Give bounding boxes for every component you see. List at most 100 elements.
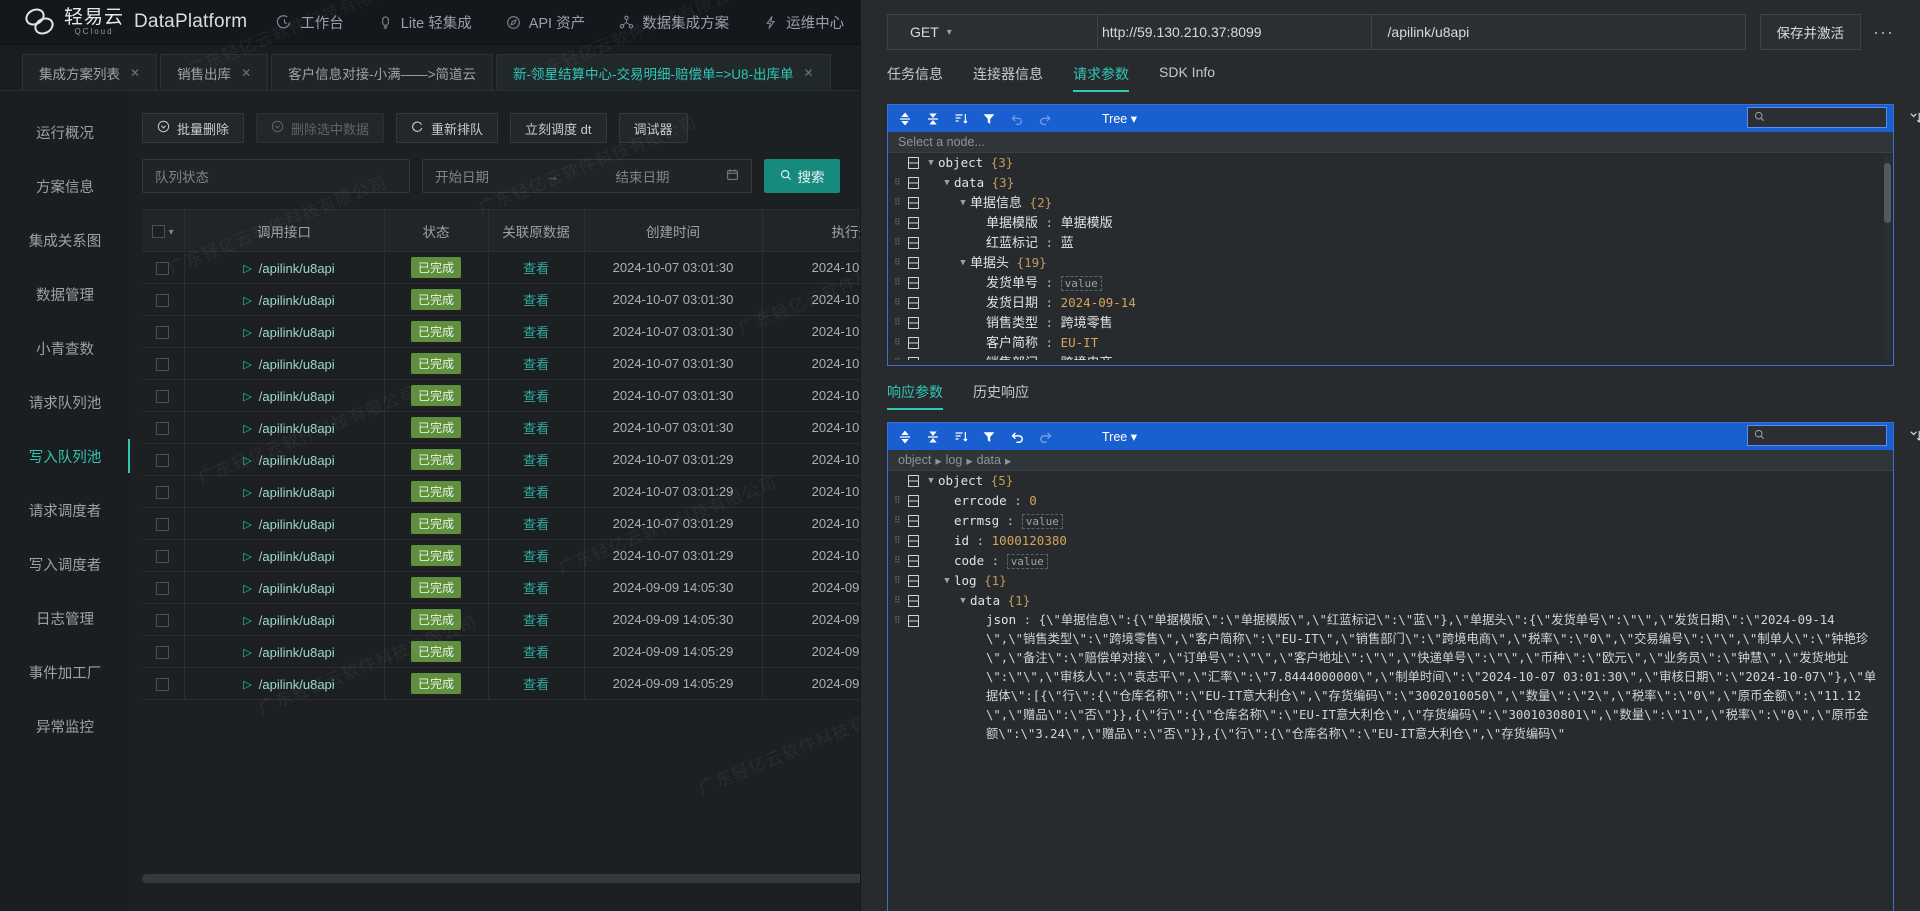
row-raw-data-cell[interactable]: 查看 — [488, 507, 585, 540]
row-checkbox-cell[interactable] — [142, 635, 185, 668]
view-link[interactable]: 查看 — [523, 613, 549, 628]
sort-icon[interactable] — [948, 108, 974, 130]
json-key[interactable]: object — [938, 155, 983, 170]
request-tree-scrollbar-thumb[interactable] — [1884, 163, 1891, 223]
node-menu-icon[interactable] — [908, 491, 924, 511]
json-value[interactable]: 2024-09-14 — [1061, 295, 1136, 310]
api-link[interactable]: ▷ /apilink/u8api — [243, 517, 334, 532]
view-link[interactable]: 查看 — [523, 261, 549, 276]
json-key[interactable]: errmsg — [954, 513, 999, 528]
row-checkbox[interactable] — [156, 614, 170, 628]
json-value-placeholder[interactable]: value — [1021, 514, 1063, 529]
row-raw-data-cell[interactable]: 查看 — [488, 667, 585, 700]
json-tree-row[interactable]: ⠿ id : 1000120380 — [888, 531, 1893, 551]
table-row[interactable]: ▷/apilink/u8api 已完成 查看 2024-10-07 03:01:30 2… — [142, 411, 983, 444]
queue-status-select[interactable]: 队列状态 — [142, 159, 410, 193]
api-link[interactable]: ▷ /apilink/u8api — [243, 357, 334, 372]
host-input[interactable]: http://59.130.210.37:8099 — [1098, 15, 1371, 49]
row-checkbox-cell[interactable] — [142, 603, 185, 636]
row-checkbox[interactable] — [156, 454, 170, 468]
node-menu-icon[interactable] — [908, 293, 924, 313]
request-editor-node-path[interactable]: Select a node... — [888, 132, 1893, 153]
sidebar-item-log-management[interactable]: 日志管理 — [0, 591, 130, 645]
http-method-select[interactable]: GET ▾ — [888, 15, 1098, 49]
table-row[interactable]: ▷/apilink/u8api 已完成 查看 2024-10-07 03:01:30 2… — [142, 347, 983, 380]
drag-handle-icon[interactable]: ⠿ — [894, 333, 908, 353]
select-all-checkbox[interactable] — [151, 224, 165, 238]
view-link[interactable]: 查看 — [523, 389, 549, 404]
nav-item-api-assets[interactable]: API 资产 — [506, 12, 585, 33]
drag-handle-icon[interactable]: ⠿ — [894, 313, 908, 333]
row-api-cell[interactable]: ▷ /apilink/u8api — [184, 539, 385, 572]
tab-settlement-compensation[interactable]: 新-领星结算中心-交易明细-赔偿单=>U8-出库单 ✕ — [496, 54, 831, 90]
json-key[interactable]: id — [954, 533, 969, 548]
sidebar-item-write-scheduler[interactable]: 写入调度者 — [0, 537, 130, 591]
close-icon[interactable]: ✕ — [130, 66, 140, 80]
json-value[interactable]: 跨境电商 — [1061, 355, 1113, 360]
row-raw-data-cell[interactable]: 查看 — [488, 283, 585, 316]
table-row[interactable]: ▷/apilink/u8api 已完成 查看 2024-10-07 03:01:30 2… — [142, 315, 983, 348]
json-value[interactable]: 蓝 — [1061, 235, 1074, 250]
schedule-now-button[interactable]: 立刻调度 dt — [510, 113, 607, 143]
json-key[interactable]: data — [954, 175, 984, 190]
search-button[interactable]: 搜索 — [764, 159, 840, 193]
view-link[interactable]: 查看 — [523, 517, 549, 532]
sidebar-item-exception-monitor[interactable]: 异常监控 — [0, 699, 130, 753]
table-row[interactable]: ▷/apilink/u8api 已完成 查看 2024-09-09 14:05:29 2… — [142, 667, 983, 700]
node-menu-icon[interactable] — [908, 213, 924, 233]
row-raw-data-cell[interactable]: 查看 — [488, 411, 585, 444]
json-value[interactable]: 单据模版 — [1061, 215, 1113, 230]
api-link[interactable]: ▷ /apilink/u8api — [243, 613, 334, 628]
row-api-cell[interactable]: ▷ /apilink/u8api — [184, 507, 385, 540]
node-menu-icon[interactable] — [908, 313, 924, 333]
row-api-cell[interactable]: ▷ /apilink/u8api — [184, 251, 385, 284]
api-link[interactable]: ▷ /apilink/u8api — [243, 581, 334, 596]
row-api-cell[interactable]: ▷ /apilink/u8api — [184, 667, 385, 700]
json-tree-row[interactable]: ⠿ 红蓝标记 : 蓝 — [888, 233, 1893, 253]
batch-delete-button[interactable]: 批量删除 — [142, 113, 245, 143]
drag-handle-icon[interactable]: ⠿ — [894, 491, 908, 511]
row-checkbox-cell[interactable] — [142, 443, 185, 476]
json-key[interactable]: log — [954, 573, 977, 588]
json-key[interactable]: data — [970, 593, 1000, 608]
table-row[interactable]: ▷/apilink/u8api 已完成 查看 2024-10-07 03:01:30 2… — [142, 251, 983, 284]
tab-response-params[interactable]: 响应参数 — [887, 382, 943, 410]
breadcrumb-segment[interactable]: log — [946, 453, 963, 467]
more-options-button[interactable]: ··· — [1873, 22, 1894, 43]
drag-handle-icon[interactable]: ⠿ — [894, 213, 908, 233]
drag-handle-icon[interactable]: ⠿ — [894, 571, 908, 591]
drag-handle-icon[interactable]: ⠿ — [894, 511, 908, 531]
json-tree-row[interactable]: ⠿ ▼ 单据信息 {2} — [888, 193, 1893, 213]
table-row[interactable]: ▷/apilink/u8api 已完成 查看 2024-10-07 03:01:30 2… — [142, 379, 983, 412]
row-api-cell[interactable]: ▷ /apilink/u8api — [184, 283, 385, 316]
drag-handle-icon[interactable]: ⠿ — [894, 193, 908, 213]
node-menu-icon[interactable] — [908, 153, 924, 173]
row-checkbox-cell[interactable] — [142, 251, 185, 284]
row-checkbox[interactable] — [156, 262, 170, 276]
nav-item-data-integration-plan[interactable]: 数据集成方案 — [619, 12, 729, 33]
search-nav-buttons[interactable] — [1908, 429, 1920, 442]
node-menu-icon[interactable] — [908, 611, 924, 631]
row-api-cell[interactable]: ▷ /apilink/u8api — [184, 571, 385, 604]
json-key[interactable]: 单据信息 — [970, 195, 1022, 210]
sidebar-item-plan-info[interactable]: 方案信息 — [0, 159, 130, 213]
json-value[interactable]: 1000120380 — [992, 533, 1067, 548]
json-tree-row[interactable]: ⠿ ▼ data {1} — [888, 591, 1893, 611]
collapse-all-icon[interactable] — [920, 108, 946, 130]
table-row[interactable]: ▷/apilink/u8api 已完成 查看 2024-10-07 03:01:29 2… — [142, 539, 983, 572]
undo-icon[interactable] — [1004, 426, 1030, 448]
view-link[interactable]: 查看 — [523, 421, 549, 436]
tab-request-params[interactable]: 请求参数 — [1073, 64, 1129, 92]
row-api-cell[interactable]: ▷ /apilink/u8api — [184, 475, 385, 508]
date-range-picker[interactable]: 开始日期 → 结束日期 — [422, 159, 752, 193]
row-checkbox-cell[interactable] — [142, 315, 185, 348]
breadcrumb-segment[interactable]: data — [977, 453, 1001, 467]
tab-integration-plan-list[interactable]: 集成方案列表 ✕ — [22, 54, 158, 90]
json-key[interactable]: 客户简称 — [986, 335, 1038, 350]
row-api-cell[interactable]: ▷ /apilink/u8api — [184, 347, 385, 380]
node-menu-icon[interactable] — [908, 551, 924, 571]
delete-selected-button[interactable]: 删除选中数据 — [256, 113, 385, 143]
response-editor-mode-select[interactable]: Tree ▾ — [1102, 429, 1137, 444]
json-key[interactable]: json — [986, 612, 1016, 627]
row-checkbox-cell[interactable] — [142, 571, 185, 604]
